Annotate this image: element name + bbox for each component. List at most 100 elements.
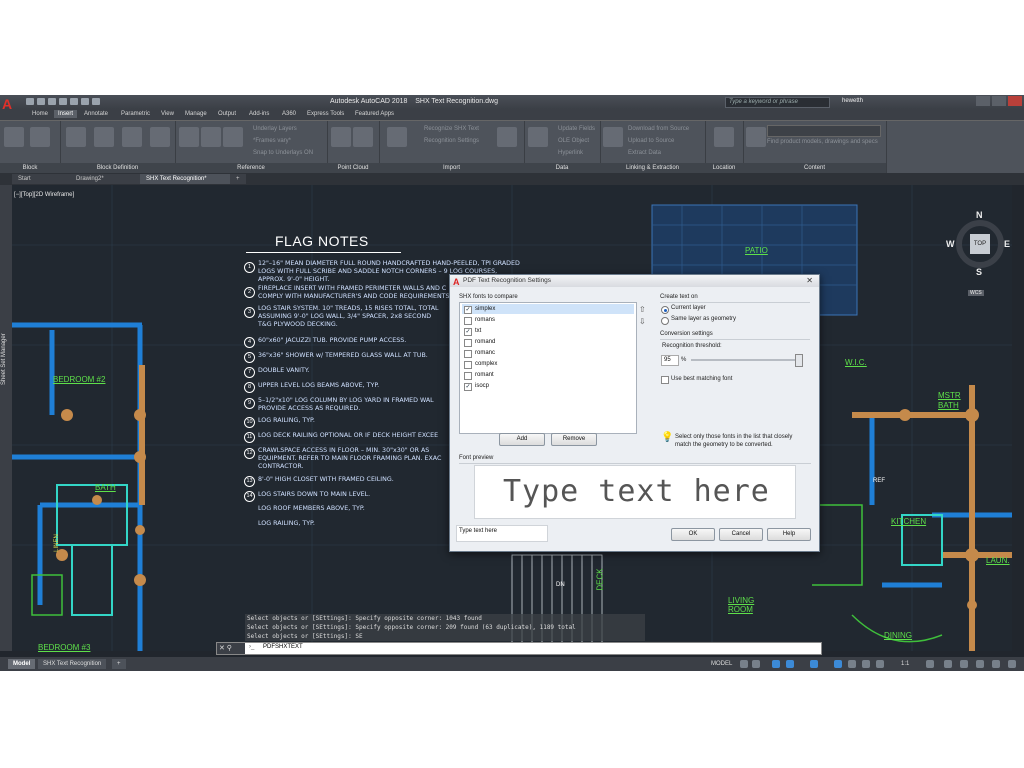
snap-icon[interactable]: [752, 660, 760, 668]
adjust-icon[interactable]: [223, 127, 243, 147]
dialog-title-bar[interactable]: A PDF Text Recognition Settings ✕: [450, 275, 819, 287]
panel-title[interactable]: Content: [743, 163, 886, 173]
panel-title[interactable]: Import: [379, 163, 524, 173]
compass-north[interactable]: N: [976, 210, 983, 220]
shx-font-list[interactable]: ✓ simplex romans ✓ txt romand romanc compl…: [459, 302, 637, 434]
hyperlink[interactable]: Hyperlink: [558, 150, 583, 156]
save-icon[interactable]: [48, 98, 56, 105]
tab-annotate[interactable]: Annotate: [80, 110, 112, 118]
command-line-buttons[interactable]: ✕ ⚲: [217, 643, 245, 654]
upload-to-source[interactable]: Upload to Source: [628, 138, 674, 144]
autodesk-recap-icon[interactable]: [331, 127, 351, 147]
save-as-icon[interactable]: [59, 98, 67, 105]
grid-icon[interactable]: [740, 660, 748, 668]
preview-text-input[interactable]: Type text here: [456, 525, 548, 542]
block-editor-icon[interactable]: [150, 127, 170, 147]
annotation-icon[interactable]: [876, 660, 884, 668]
extract-data[interactable]: Extract Data: [628, 150, 661, 156]
otrack-icon[interactable]: [834, 660, 842, 668]
osnap-icon[interactable]: [810, 660, 818, 668]
panel-title[interactable]: Location: [705, 163, 743, 173]
tab-home[interactable]: Home: [28, 110, 52, 118]
panel-title[interactable]: Point Cloud: [327, 163, 379, 173]
cancel-button[interactable]: Cancel: [719, 528, 763, 541]
font-item[interactable]: complex: [462, 359, 634, 369]
tab-insert[interactable]: Insert: [54, 110, 78, 118]
polar-icon[interactable]: [786, 660, 794, 668]
tab-express-tools[interactable]: Express Tools: [303, 110, 348, 118]
threshold-slider-track[interactable]: [691, 359, 803, 361]
open-icon[interactable]: [37, 98, 45, 105]
isolate-icon[interactable]: [976, 660, 984, 668]
font-item[interactable]: romant: [462, 370, 634, 380]
manage-attributes-icon[interactable]: [122, 127, 142, 147]
tab-parametric[interactable]: Parametric: [117, 110, 154, 118]
lineweight-icon[interactable]: [848, 660, 856, 668]
recognition-settings[interactable]: Recognition Settings: [424, 138, 479, 144]
tab-add-ins[interactable]: Add-ins: [245, 110, 273, 118]
clean-screen-icon[interactable]: [992, 660, 1000, 668]
data-link-icon[interactable]: [603, 127, 623, 147]
attach-point-cloud-icon[interactable]: [353, 127, 373, 147]
model-space-toggle[interactable]: MODEL: [706, 659, 737, 669]
ortho-icon[interactable]: [772, 660, 780, 668]
workspace-gear-icon[interactable]: [926, 660, 934, 668]
dialog-close-icon[interactable]: ✕: [806, 275, 813, 287]
radio-same-layer[interactable]: [661, 317, 669, 325]
clip-icon[interactable]: [201, 127, 221, 147]
transparency-icon[interactable]: [862, 660, 870, 668]
content-search-input[interactable]: [767, 125, 881, 137]
combine-text-icon[interactable]: [497, 127, 517, 147]
remove-button[interactable]: Remove: [551, 433, 597, 446]
annotation-scale[interactable]: 1:1: [896, 659, 914, 669]
find-product-models[interactable]: Find product models, drawings and specs: [767, 139, 878, 145]
best-match-checkbox[interactable]: [661, 376, 669, 384]
compass-west[interactable]: W: [946, 239, 955, 249]
customize-icon[interactable]: [1008, 660, 1016, 668]
wcs-menu[interactable]: WCS: [968, 290, 984, 296]
checkbox-unchecked-icon[interactable]: [464, 361, 472, 369]
user-name[interactable]: hewetth: [842, 98, 863, 104]
new-tab-plus-icon[interactable]: +: [230, 174, 246, 184]
new-icon[interactable]: [26, 98, 34, 105]
compass-east[interactable]: E: [1004, 239, 1010, 249]
redo-icon[interactable]: [92, 98, 100, 105]
download-from-source[interactable]: Download from Source: [628, 126, 689, 132]
recognize-shx-text[interactable]: Recognize SHX Text: [424, 126, 479, 132]
compass-south[interactable]: S: [976, 267, 982, 277]
font-item[interactable]: ✓ txt: [462, 326, 634, 336]
viewcube-top[interactable]: TOP: [970, 234, 990, 254]
checkbox-unchecked-icon[interactable]: [464, 317, 472, 325]
field-icon[interactable]: [528, 127, 548, 147]
move-up-icon[interactable]: ⇧: [639, 305, 646, 314]
units-icon[interactable]: [960, 660, 968, 668]
checkbox-unchecked-icon[interactable]: [464, 339, 472, 347]
set-location-icon[interactable]: [714, 127, 734, 147]
font-item[interactable]: romans: [462, 315, 634, 325]
minimize-icon[interactable]: [976, 96, 990, 106]
undo-icon[interactable]: [81, 98, 89, 105]
doc-tab-drawing2[interactable]: Drawing2*: [70, 174, 140, 184]
threshold-slider-thumb[interactable]: [795, 354, 803, 367]
tab-output[interactable]: Output: [214, 110, 240, 118]
layout-tab-shx[interactable]: SHX Text Recognition: [38, 659, 107, 669]
font-item[interactable]: romanc: [462, 348, 634, 358]
tab-featured-apps[interactable]: Featured Apps: [351, 110, 398, 118]
font-item[interactable]: ✓ simplex: [462, 304, 634, 314]
frames-vary[interactable]: *Frames vary*: [253, 138, 291, 144]
update-fields[interactable]: Update Fields: [558, 126, 595, 132]
checkbox-unchecked-icon[interactable]: [464, 350, 472, 358]
doc-tab-shx[interactable]: SHX Text Recognition*: [140, 174, 230, 184]
ok-button[interactable]: OK: [671, 528, 715, 541]
sheet-set-manager-palette[interactable]: Sheet Set Manager: [0, 185, 12, 651]
radio-current-layer[interactable]: [661, 306, 669, 314]
panel-title[interactable]: Block: [0, 163, 60, 173]
panel-title[interactable]: Linking & Extraction: [600, 163, 705, 173]
edit-attributes-icon[interactable]: [30, 127, 50, 147]
font-item[interactable]: ✓ isocp: [462, 381, 634, 391]
add-button[interactable]: Add: [499, 433, 545, 446]
close-icon[interactable]: [1008, 96, 1022, 106]
checkbox-checked-icon[interactable]: ✓: [464, 328, 472, 336]
checkbox-checked-icon[interactable]: ✓: [464, 383, 472, 391]
add-layout-icon[interactable]: +: [112, 659, 126, 669]
